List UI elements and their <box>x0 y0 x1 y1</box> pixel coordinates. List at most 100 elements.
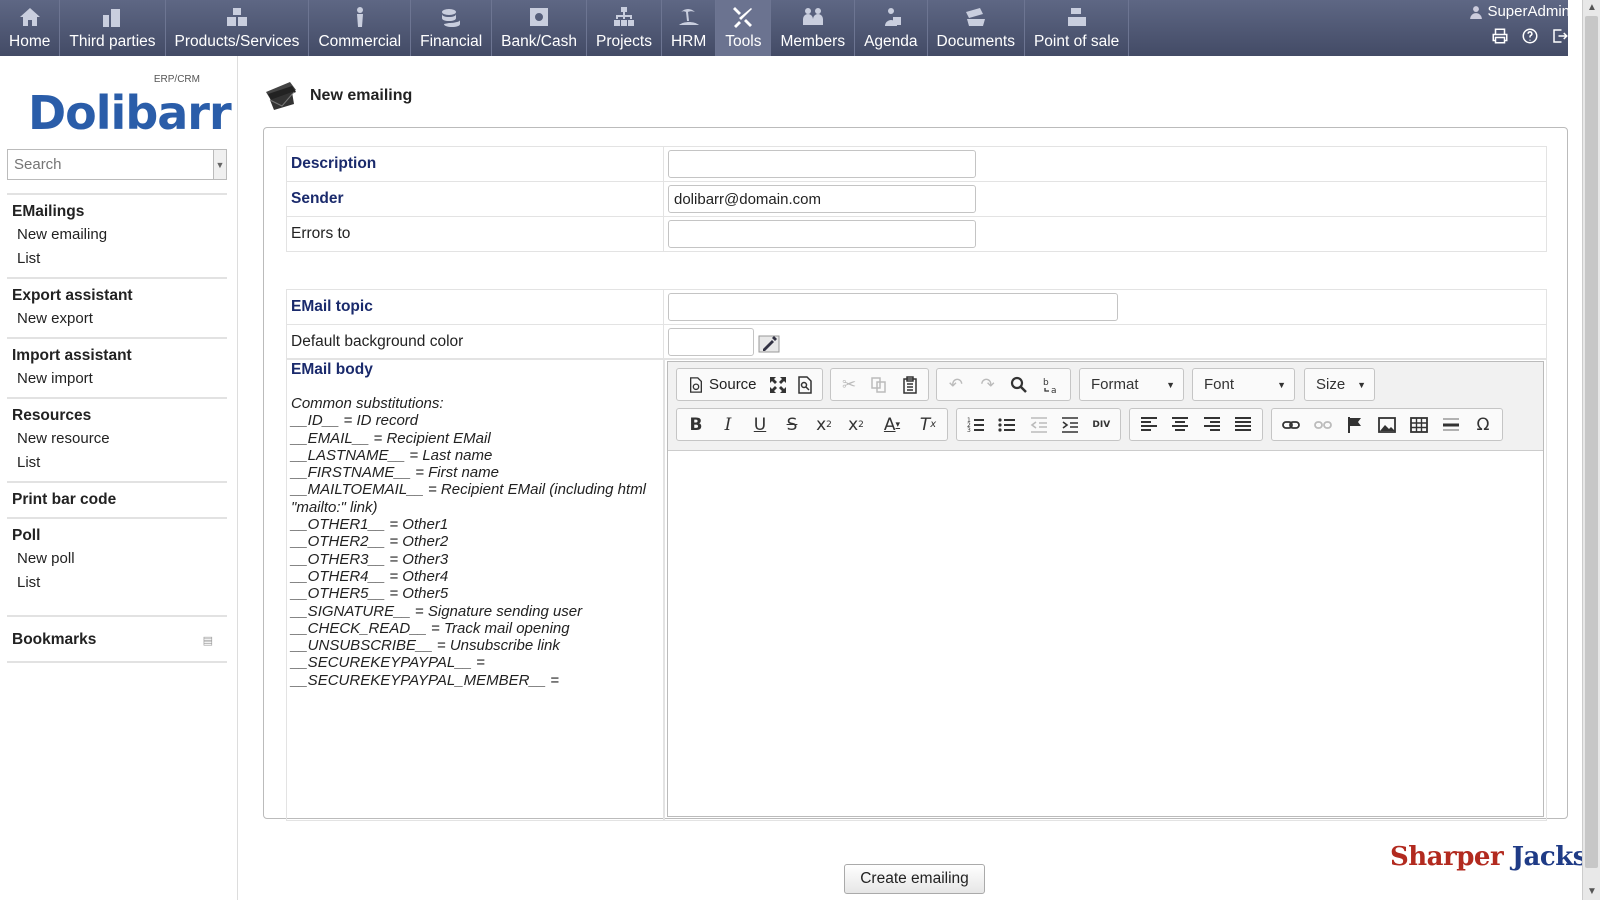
menu-item-new-emailing[interactable]: New emailing <box>12 223 227 247</box>
scrollbar-thumb[interactable] <box>1585 16 1598 868</box>
tab-third-parties[interactable]: Third parties <box>60 0 166 56</box>
tab-agenda[interactable]: Agenda <box>855 0 928 56</box>
errors-to-input[interactable] <box>668 220 976 248</box>
cut-icon[interactable]: ✂ <box>834 371 864 399</box>
tab-financial[interactable]: Financial <box>411 0 493 56</box>
tab-tools[interactable]: Tools <box>716 0 772 56</box>
menu-item-emailings-list[interactable]: List <box>12 247 227 271</box>
form-row-topic: EMail topic <box>286 289 1547 325</box>
align-center-icon[interactable] <box>1165 411 1197 439</box>
menu-item-poll-list[interactable]: List <box>12 571 227 595</box>
page-scrollbar[interactable]: ▲ ▼ <box>1582 0 1600 900</box>
superscript-icon[interactable]: x2 <box>840 411 872 439</box>
format-dropdown[interactable]: Format ▼ <box>1079 368 1184 401</box>
strikethrough-icon[interactable]: S <box>776 411 808 439</box>
size-dropdown[interactable]: Size ▼ <box>1304 368 1375 401</box>
menu-item-new-import[interactable]: New import <box>12 367 227 391</box>
tab-label: Agenda <box>864 33 918 50</box>
tab-products-services[interactable]: Products/Services <box>166 0 310 56</box>
find-icon[interactable] <box>1004 371 1036 399</box>
unlink-icon[interactable] <box>1307 411 1339 439</box>
bold-icon[interactable]: B <box>680 411 712 439</box>
tab-bank-cash[interactable]: Bank/Cash <box>492 0 587 56</box>
scroll-up-icon[interactable]: ▲ <box>1586 2 1598 14</box>
numbered-list-icon[interactable]: 123 <box>960 411 991 439</box>
create-emailing-button[interactable]: Create emailing <box>844 864 985 894</box>
sender-input[interactable] <box>668 185 976 213</box>
preview-icon[interactable] <box>792 371 819 399</box>
chevron-down-icon[interactable]: ▼ <box>213 150 226 179</box>
errors-to-label: Errors to <box>286 216 664 252</box>
tab-point-of-sale[interactable]: Point of sale <box>1025 0 1130 56</box>
svg-text:a: a <box>1051 386 1057 394</box>
remove-format-icon[interactable]: Tx <box>912 411 944 439</box>
content-table: EMail topic Default background color <box>286 289 1547 360</box>
search-input[interactable] <box>8 150 213 179</box>
replace-icon[interactable]: ba <box>1035 371 1067 399</box>
tab-documents[interactable]: Documents <box>928 0 1025 56</box>
menu-heading[interactable]: Print bar code <box>12 489 227 511</box>
sender-label: Sender <box>286 181 664 217</box>
subscript-icon[interactable]: x2 <box>808 411 840 439</box>
menu-heading[interactable]: Export assistant <box>12 285 227 307</box>
menu-item-new-export[interactable]: New export <box>12 307 227 331</box>
scroll-down-icon[interactable]: ▼ <box>1586 886 1598 898</box>
bookmark-add-icon[interactable]: ▤ <box>203 634 213 647</box>
copy-icon[interactable] <box>864 371 894 399</box>
print-icon[interactable] <box>1490 26 1510 46</box>
form-row-errors-to: Errors to <box>286 216 1547 252</box>
coins-icon <box>438 4 464 30</box>
source-button[interactable]: Source <box>680 376 765 393</box>
menu-item-new-poll[interactable]: New poll <box>12 547 227 571</box>
table-icon[interactable] <box>1403 411 1435 439</box>
redo-icon[interactable]: ↷ <box>972 371 1004 399</box>
menu-heading[interactable]: Resources <box>12 405 227 427</box>
italic-icon[interactable]: I <box>712 411 744 439</box>
link-icon[interactable] <box>1275 411 1307 439</box>
email-body-editor[interactable] <box>668 451 1543 816</box>
outdent-icon[interactable] <box>1023 411 1054 439</box>
align-right-icon[interactable] <box>1196 411 1228 439</box>
text-color-icon[interactable]: A ▾ <box>872 411 912 439</box>
paste-icon[interactable] <box>895 371 925 399</box>
help-icon[interactable] <box>1520 26 1540 46</box>
tab-commercial[interactable]: Commercial <box>309 0 412 56</box>
menu-item-resources-list[interactable]: List <box>12 451 227 475</box>
bulleted-list-icon[interactable] <box>991 411 1022 439</box>
align-left-icon[interactable] <box>1133 411 1165 439</box>
special-char-icon[interactable]: Ω <box>1467 411 1499 439</box>
tab-label: Products/Services <box>174 33 300 50</box>
description-input[interactable] <box>668 150 976 178</box>
menu-item-new-resource[interactable]: New resource <box>12 427 227 451</box>
menu-block-bookmarks: Bookmarks ▤ <box>7 615 227 663</box>
div-container-icon[interactable]: DIV <box>1086 411 1117 439</box>
user-link[interactable]: SuperAdmin <box>1469 3 1570 20</box>
toolbar-group-basic-styles: B I U S x2 x2 A ▾ Tx <box>676 408 948 441</box>
indent-icon[interactable] <box>1054 411 1085 439</box>
horizontal-line-icon[interactable] <box>1435 411 1467 439</box>
tab-label: Members <box>780 33 846 50</box>
anchor-flag-icon[interactable] <box>1339 411 1371 439</box>
undo-icon[interactable]: ↶ <box>940 371 972 399</box>
menu-block-emailings: EMailings New emailing List <box>7 193 227 277</box>
menu-heading[interactable]: EMailings <box>12 201 227 223</box>
tab-members[interactable]: Members <box>771 0 856 56</box>
tab-label: Projects <box>595 33 652 50</box>
menu-heading[interactable]: Import assistant <box>12 345 227 367</box>
menu-block-barcode: Print bar code <box>7 481 227 517</box>
font-dropdown[interactable]: Font ▼ <box>1192 368 1295 401</box>
tab-home[interactable]: Home <box>0 0 61 56</box>
bgcolor-input[interactable] <box>668 328 754 356</box>
bookmarks-heading[interactable]: Bookmarks <box>12 629 96 651</box>
tab-projects[interactable]: Projects <box>587 0 662 56</box>
dolibarr-logo[interactable]: ERP/CRM Dolibarr <box>28 74 232 140</box>
image-icon[interactable] <box>1371 411 1403 439</box>
logout-icon[interactable] <box>1550 26 1570 46</box>
topic-input[interactable] <box>668 293 1118 321</box>
align-justify-icon[interactable] <box>1228 411 1260 439</box>
color-picker-icon[interactable] <box>758 332 780 354</box>
maximize-icon[interactable] <box>765 371 792 399</box>
menu-heading[interactable]: Poll <box>12 525 227 547</box>
underline-icon[interactable]: U <box>744 411 776 439</box>
tab-hrm[interactable]: HRM <box>662 0 717 56</box>
